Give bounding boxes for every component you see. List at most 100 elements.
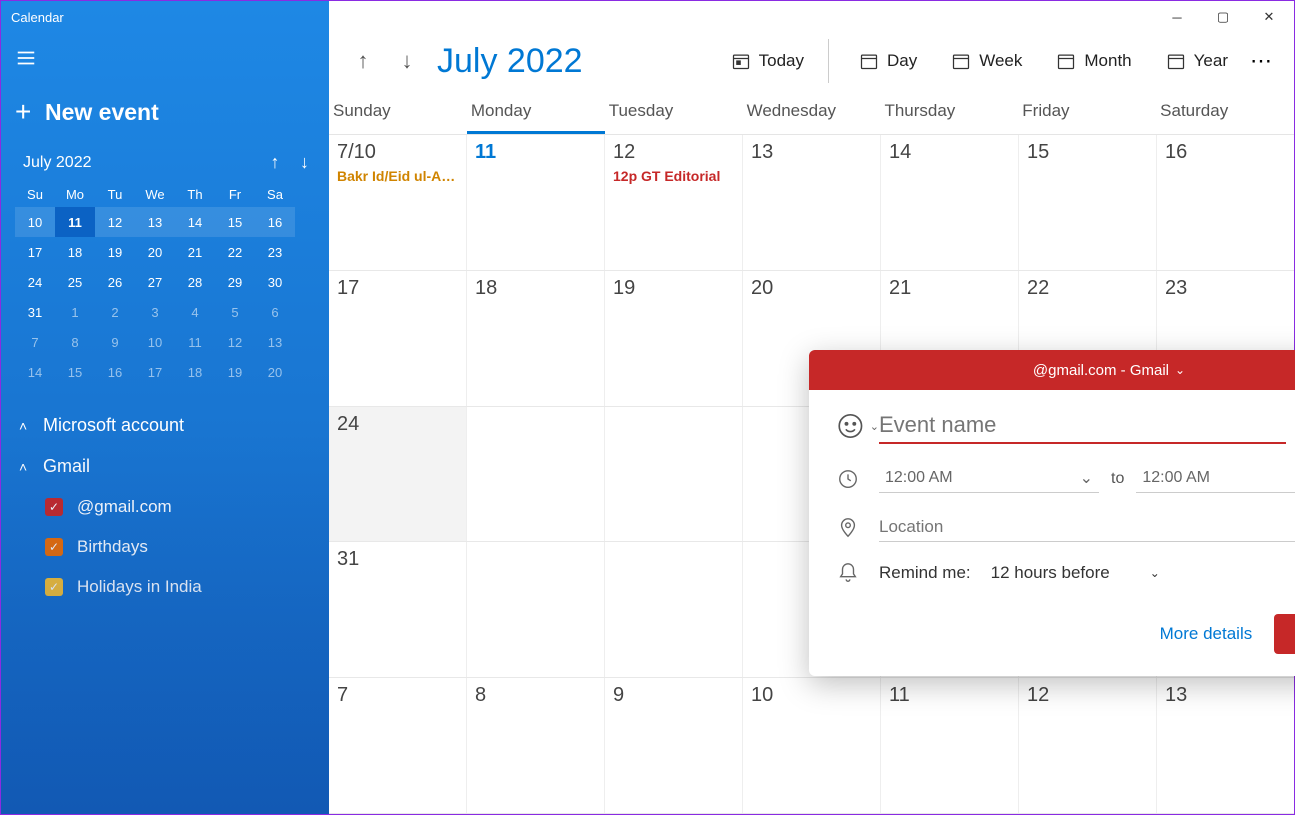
day-cell[interactable]: 13 [1157, 678, 1294, 813]
calendar-item[interactable]: ✓Holidays in India [19, 567, 311, 607]
mini-month-label[interactable]: July 2022 [23, 154, 92, 172]
mini-day[interactable]: 18 [55, 237, 95, 267]
mini-day[interactable]: 12 [215, 327, 255, 357]
new-event-button[interactable]: + New event [1, 82, 329, 146]
more-icon[interactable]: ⋯ [1242, 48, 1282, 74]
mini-day[interactable]: 9 [95, 327, 135, 357]
mini-day[interactable]: 22 [215, 237, 255, 267]
mini-day[interactable]: 2 [95, 297, 135, 327]
view-year-button[interactable]: Year [1152, 43, 1242, 79]
mini-day[interactable]: 10 [135, 327, 175, 357]
mini-day[interactable]: 28 [175, 267, 215, 297]
mini-day[interactable]: 14 [15, 357, 55, 387]
mini-day[interactable]: 15 [215, 207, 255, 237]
day-cell[interactable]: 10 [743, 678, 881, 813]
mini-prev-icon[interactable]: ↑ [271, 152, 280, 172]
emoji-icon[interactable]: ⌄ [837, 411, 879, 441]
account-header[interactable]: ˄Gmail [19, 446, 311, 487]
mini-day[interactable]: 27 [135, 267, 175, 297]
day-cell[interactable]: 14 [881, 135, 1019, 270]
view-day-button[interactable]: Day [845, 43, 931, 79]
mini-day[interactable]: 4 [175, 297, 215, 327]
mini-day[interactable]: 29 [215, 267, 255, 297]
mini-day[interactable]: 8 [55, 327, 95, 357]
mini-day[interactable]: 1 [55, 297, 95, 327]
month-title[interactable]: July 2022 [437, 42, 583, 81]
hamburger-icon[interactable] [1, 33, 329, 82]
mini-day[interactable]: 17 [15, 237, 55, 267]
day-cell[interactable]: 15 [1019, 135, 1157, 270]
mini-day[interactable]: 23 [255, 237, 295, 267]
mini-day[interactable]: 16 [255, 207, 295, 237]
minimize-button[interactable]: ─ [1154, 1, 1200, 33]
popup-header[interactable]: @gmail.com - Gmail⌄ ✕ [809, 350, 1295, 390]
mini-day[interactable]: 21 [175, 237, 215, 267]
day-cell[interactable]: 17 [329, 271, 467, 406]
mini-day[interactable]: 3 [135, 297, 175, 327]
view-month-button[interactable]: Month [1042, 43, 1145, 79]
mini-day[interactable]: 16 [95, 357, 135, 387]
reminder-select[interactable]: 12 hours before⌄ [991, 563, 1160, 583]
day-cell[interactable]: 7/10Bakr Id/Eid ul-Adha [329, 135, 467, 270]
mini-day[interactable]: 26 [95, 267, 135, 297]
calendar-item[interactable]: ✓Birthdays [19, 527, 311, 567]
mini-day[interactable]: 19 [215, 357, 255, 387]
mini-day[interactable]: 6 [255, 297, 295, 327]
day-cell[interactable]: 19 [605, 271, 743, 406]
mini-day[interactable]: 15 [55, 357, 95, 387]
mini-day[interactable]: 25 [55, 267, 95, 297]
mini-day[interactable]: 20 [135, 237, 175, 267]
day-cell[interactable]: 11 [467, 135, 605, 270]
view-week-button[interactable]: Week [937, 43, 1036, 79]
day-cell[interactable] [467, 407, 605, 542]
close-button[interactable]: ✕ [1246, 1, 1292, 33]
day-cell[interactable]: 18 [467, 271, 605, 406]
day-cell[interactable]: 31 [329, 542, 467, 677]
calendar-item[interactable]: ✓@gmail.com [19, 487, 311, 527]
day-cell[interactable]: 16 [1157, 135, 1294, 270]
day-cell[interactable]: 1212p GT Editorial [605, 135, 743, 270]
calendar-event[interactable]: Bakr Id/Eid ul-Adha [337, 168, 458, 184]
mini-day[interactable]: 13 [255, 327, 295, 357]
day-cell[interactable]: 9 [605, 678, 743, 813]
day-cell[interactable]: 12 [1019, 678, 1157, 813]
mini-day[interactable]: 7 [15, 327, 55, 357]
day-cell[interactable] [605, 542, 743, 677]
mini-day[interactable]: 10 [15, 207, 55, 237]
location-input[interactable] [879, 513, 1295, 542]
mini-day[interactable]: 14 [175, 207, 215, 237]
mini-day[interactable]: 19 [95, 237, 135, 267]
save-button[interactable]: Save [1274, 614, 1295, 654]
mini-day[interactable]: 31 [15, 297, 55, 327]
prev-month-icon[interactable]: ↑ [341, 39, 385, 83]
mini-next-icon[interactable]: ↓ [300, 152, 309, 172]
mini-day[interactable]: 11 [55, 207, 95, 237]
day-cell[interactable]: 13 [743, 135, 881, 270]
day-cell[interactable]: 8 [467, 678, 605, 813]
mini-day[interactable]: 5 [215, 297, 255, 327]
day-cell[interactable]: 11 [881, 678, 1019, 813]
day-cell[interactable]: 7 [329, 678, 467, 813]
checkbox-icon[interactable]: ✓ [45, 498, 63, 516]
event-name-input[interactable] [879, 408, 1286, 444]
mini-day[interactable]: 18 [175, 357, 215, 387]
mini-day[interactable]: 30 [255, 267, 295, 297]
day-cell[interactable] [467, 542, 605, 677]
next-month-icon[interactable]: ↓ [385, 39, 429, 83]
today-button[interactable]: Today [717, 43, 818, 79]
start-time-select[interactable]: 12:00 AM⌄ [879, 464, 1099, 493]
checkbox-icon[interactable]: ✓ [45, 538, 63, 556]
mini-day[interactable]: 20 [255, 357, 295, 387]
mini-day[interactable]: 12 [95, 207, 135, 237]
mini-day[interactable]: 17 [135, 357, 175, 387]
more-details-link[interactable]: More details [1160, 624, 1253, 644]
end-time-select[interactable]: 12:00 AM⌄ [1136, 464, 1295, 493]
day-cell[interactable]: 24 [329, 407, 467, 542]
mini-day[interactable]: 11 [175, 327, 215, 357]
account-header[interactable]: ˄Microsoft account [19, 405, 311, 446]
mini-day[interactable]: 13 [135, 207, 175, 237]
checkbox-icon[interactable]: ✓ [45, 578, 63, 596]
maximize-button[interactable]: ▢ [1200, 1, 1246, 33]
day-cell[interactable] [605, 407, 743, 542]
mini-day[interactable]: 24 [15, 267, 55, 297]
